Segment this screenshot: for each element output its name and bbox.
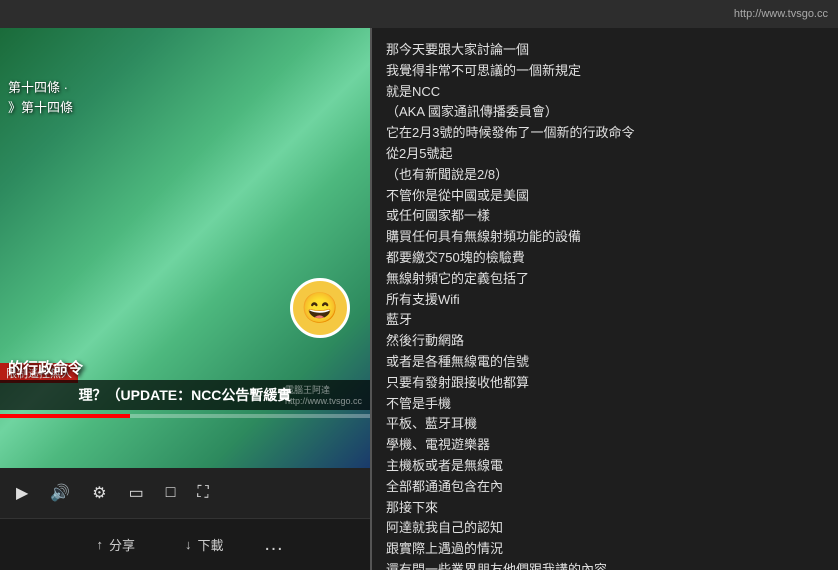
action-bar: ↑ 分享 ↓ 下載 … [0, 518, 370, 570]
watermark-line1: 電腦王阿達 [285, 385, 362, 397]
download-label: 下載 [198, 535, 224, 554]
share-icon: ↑ [96, 537, 103, 552]
list-item: （也有新聞說是2/8） [386, 165, 824, 186]
admin-command-text: 的行政命令 [8, 357, 83, 378]
list-item: 平板、藍牙耳機 [386, 414, 824, 435]
list-item: 主機板或者是無線電 [386, 456, 824, 477]
list-item: （AKA 國家通訊傳播委員會） [386, 102, 824, 123]
progress-bar-fill [0, 414, 130, 418]
list-item: 不管是手機 [386, 394, 824, 415]
list-item: 我覺得非常不可思議的一個新規定 [386, 61, 824, 82]
avatar: 😄 [290, 278, 350, 338]
progress-bar-container[interactable] [0, 414, 370, 418]
video-controls-bar: ▶ 🔊 ⚙ ▭ □ ⛶ [0, 468, 370, 518]
list-item: 或者是各種無線電的信號 [386, 352, 824, 373]
video-side-text: 第十四條 · 》第十四條 [8, 78, 73, 117]
text-panel[interactable]: 那今天要跟大家討論一個我覺得非常不可思議的一個新規定就是NCC（AKA 國家通訊… [370, 28, 838, 570]
list-item: 就是NCC [386, 82, 824, 103]
main-content: 第十四條 · 》第十四條 😄 限制遙控無人 的行政命令 理？（UPDATE：NC… [0, 28, 838, 570]
overlay-line-2: 》第十四條 [8, 98, 73, 118]
square-button-2[interactable]: □ [162, 480, 180, 506]
watermark: 電腦王阿達 http://www.tvsgo.cc [285, 385, 362, 408]
list-item: 還有問一些業界朋友他們跟我講的內容 [386, 560, 824, 570]
download-icon: ↓ [185, 537, 192, 552]
list-item: 阿達就我自己的認知 [386, 518, 824, 539]
fullscreen-button[interactable]: ⛶ [193, 480, 212, 506]
url-bar: http://www.tvsgo.cc [734, 8, 828, 20]
square-button-1[interactable]: ▭ [125, 479, 148, 507]
list-item: 不管你是從中國或是美國 [386, 186, 824, 207]
list-item: 全部都通通包含在內 [386, 477, 824, 498]
settings-button[interactable]: ⚙ [88, 479, 110, 507]
play-button[interactable]: ▶ [12, 479, 32, 507]
share-button[interactable]: ↑ 分享 [86, 529, 145, 560]
list-item: 購買任何具有無線射頻功能的設備 [386, 227, 824, 248]
list-item: 然後行動網路 [386, 331, 824, 352]
list-item: 跟實際上遇過的情況 [386, 539, 824, 560]
list-item: 所有支援Wifi [386, 290, 824, 311]
list-item: 從2月5號起 [386, 144, 824, 165]
list-item: 那今天要跟大家討論一個 [386, 40, 824, 61]
list-item: 只要有發射跟接收他都算 [386, 373, 824, 394]
list-item: 或任何國家都一樣 [386, 206, 824, 227]
more-button[interactable]: … [264, 533, 284, 556]
download-button[interactable]: ↓ 下載 [175, 529, 234, 560]
list-item: 那接下來 [386, 498, 824, 519]
top-bar: http://www.tvsgo.cc [0, 0, 838, 28]
list-item: 它在2月3號的時候發佈了一個新的行政命令 [386, 123, 824, 144]
watermark-line2: http://www.tvsgo.cc [285, 396, 362, 408]
video-panel: 第十四條 · 》第十四條 😄 限制遙控無人 的行政命令 理？（UPDATE：NC… [0, 28, 370, 570]
overlay-line-1: 第十四條 · [8, 78, 73, 98]
video-area[interactable]: 第十四條 · 》第十四條 😄 限制遙控無人 的行政命令 理？（UPDATE：NC… [0, 28, 370, 468]
list-item: 學機、電視遊樂器 [386, 435, 824, 456]
share-label: 分享 [109, 535, 135, 554]
list-item: 藍牙 [386, 310, 824, 331]
list-item: 無線射頻它的定義包括了 [386, 269, 824, 290]
audio-button[interactable]: 🔊 [46, 479, 74, 507]
list-item: 都要繳交750塊的檢驗費 [386, 248, 824, 269]
